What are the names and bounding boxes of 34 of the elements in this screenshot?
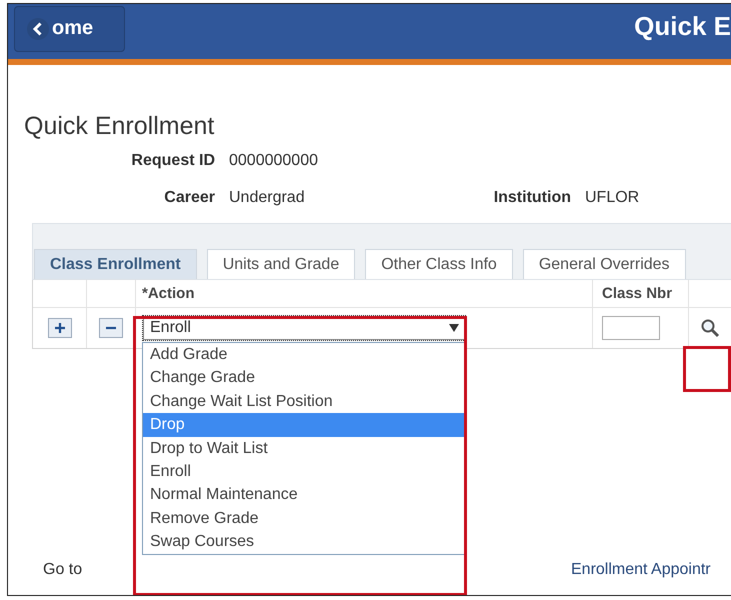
header-title: Quick E xyxy=(634,11,731,42)
highlight-box xyxy=(683,346,731,392)
dropdown-option[interactable]: Swap Courses xyxy=(143,530,465,554)
dropdown-option[interactable]: Change Wait List Position xyxy=(143,390,465,414)
tab[interactable]: Units and Grade xyxy=(206,249,356,279)
dropdown-option[interactable]: Enroll xyxy=(143,460,465,484)
tab[interactable]: Other Class Info xyxy=(365,249,513,279)
field-label: Request ID xyxy=(130,152,215,170)
go-to-label: Go to xyxy=(43,561,84,579)
dropdown-arrow-icon xyxy=(449,324,459,332)
field-value: Undergrad xyxy=(229,189,306,207)
field-label: Career xyxy=(163,189,215,207)
dropdown-option[interactable]: Add Grade xyxy=(143,343,465,366)
back-button[interactable]: ome xyxy=(14,6,125,52)
chevron-left-icon xyxy=(27,18,49,40)
column-header: Class Nbr xyxy=(602,285,672,302)
field-value: 0000000000 xyxy=(229,152,319,170)
class-number-field[interactable] xyxy=(602,316,660,340)
action-select[interactable]: Enroll xyxy=(142,315,466,341)
dropdown-option[interactable]: Remove Grade xyxy=(143,506,465,530)
search-icon[interactable] xyxy=(700,318,720,338)
delete-row-button[interactable] xyxy=(99,318,123,338)
dropdown-option[interactable]: Change Grade xyxy=(143,366,465,390)
tab[interactable]: General Overrides xyxy=(522,249,686,279)
field-value: UFLOR xyxy=(585,189,640,207)
add-row-button[interactable] xyxy=(48,318,72,338)
tab[interactable]: Class Enrollment xyxy=(34,249,197,279)
plus-icon xyxy=(54,322,66,334)
field-label: Institution xyxy=(492,189,571,207)
dropdown-option[interactable]: Drop to Wait List xyxy=(143,436,465,460)
enrollment-link[interactable]: Enrollment Appointr xyxy=(571,561,711,579)
dropdown-option[interactable]: Normal Maintenance xyxy=(143,483,465,507)
page-title: Quick Enrollment xyxy=(24,112,216,142)
column-header: *Action xyxy=(142,285,194,302)
